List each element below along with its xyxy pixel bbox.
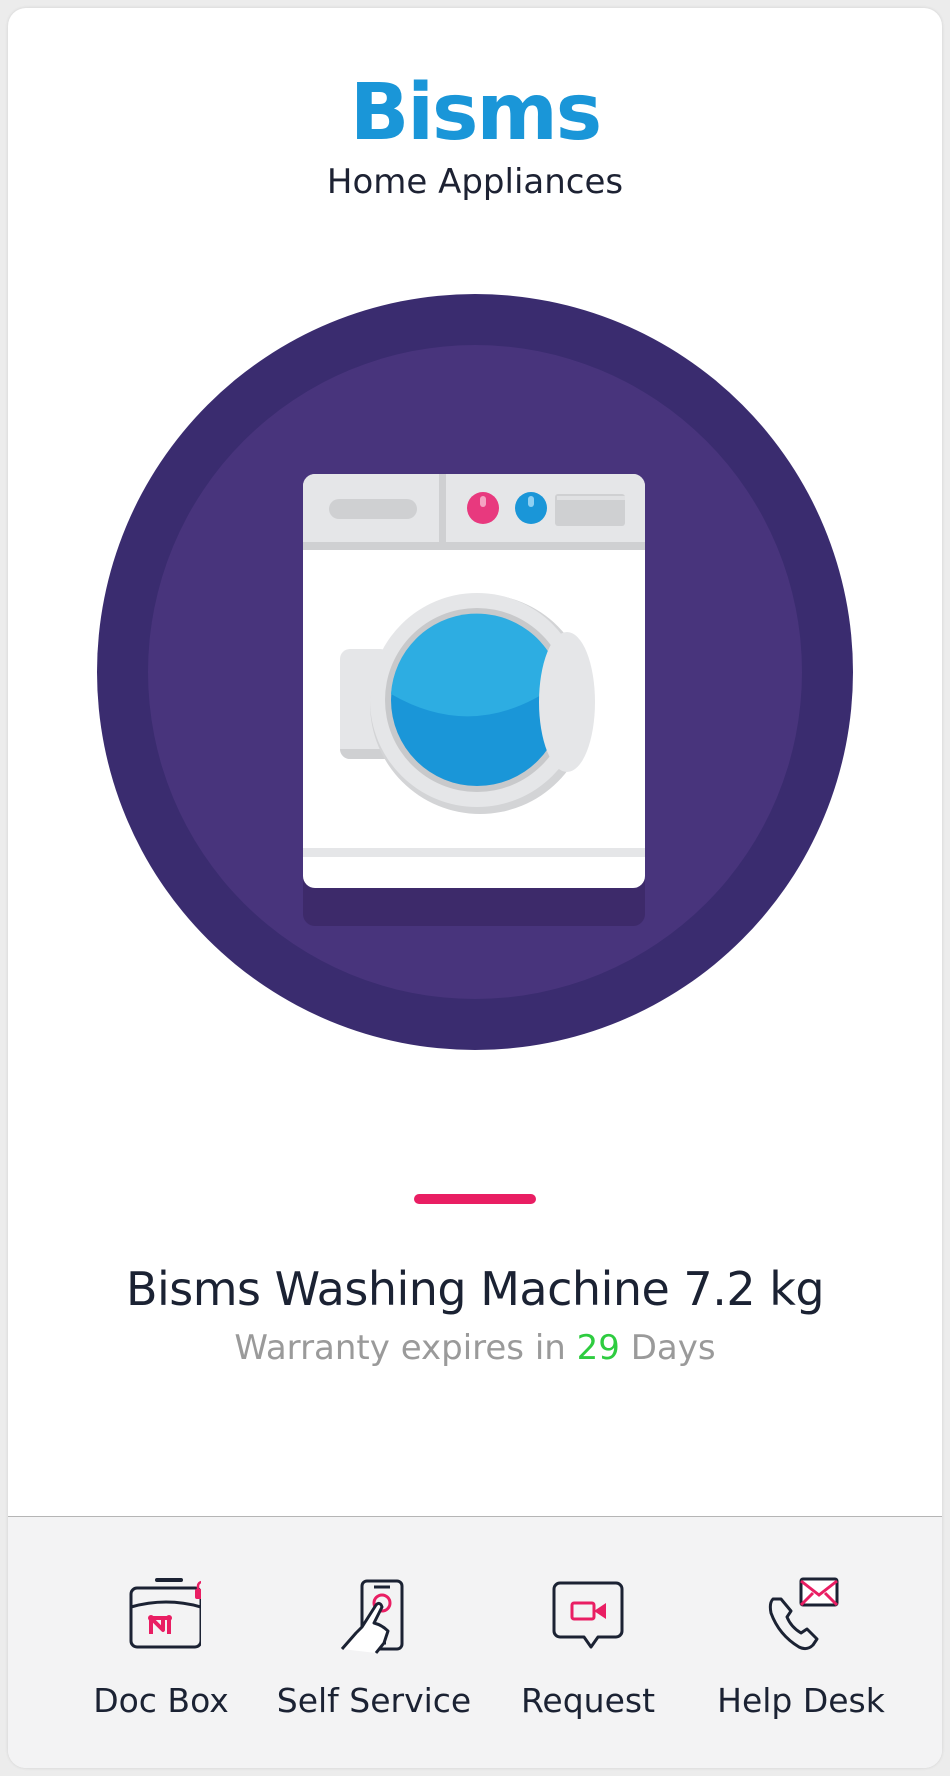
accent-divider bbox=[414, 1194, 536, 1204]
nav-help-desk-label: Help Desk bbox=[717, 1681, 885, 1720]
nav-self-service-label: Self Service bbox=[276, 1681, 472, 1720]
video-chat-icon bbox=[552, 1581, 624, 1649]
nav-self-service[interactable]: Self Service bbox=[264, 1517, 484, 1768]
nav-request-label: Request bbox=[520, 1681, 656, 1720]
product-card: Bisms Home Appliances Bisms Washing Mach… bbox=[8, 8, 942, 1768]
washing-machine-icon bbox=[97, 294, 853, 1050]
warranty-status: Warranty expires in 29 Days bbox=[8, 1328, 942, 1368]
doc-box-lock-icon bbox=[129, 1578, 201, 1649]
warranty-suffix: Days bbox=[630, 1328, 716, 1368]
nav-doc-box[interactable]: Doc Box bbox=[51, 1517, 271, 1768]
brand-subtitle: Home Appliances bbox=[326, 162, 624, 202]
nav-request[interactable]: Request bbox=[478, 1517, 698, 1768]
phone-mail-icon bbox=[768, 1577, 839, 1651]
nav-doc-box-label: Doc Box bbox=[93, 1681, 229, 1720]
warranty-days: 29 bbox=[576, 1328, 620, 1368]
warranty-prefix: Warranty expires in bbox=[234, 1328, 566, 1368]
bottom-nav: Doc Box Self Service Request Help Desk bbox=[8, 1516, 942, 1768]
brand-logo: Bisms bbox=[349, 68, 602, 158]
product-title: Bisms Washing Machine 7.2 kg bbox=[125, 1262, 825, 1316]
phone-touch-icon bbox=[340, 1579, 404, 1654]
nav-help-desk[interactable]: Help Desk bbox=[691, 1517, 911, 1768]
